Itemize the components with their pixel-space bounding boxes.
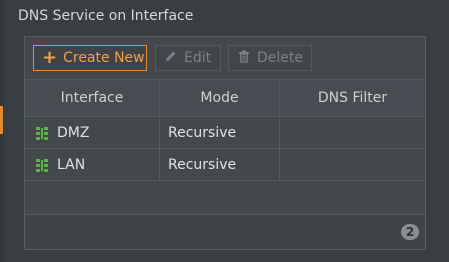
column-header-interface[interactable]: Interface	[25, 80, 160, 116]
row-count-badge: 2	[401, 224, 419, 240]
section-title: DNS Service on Interface	[18, 8, 194, 24]
trash-icon	[237, 49, 251, 67]
column-header-mode[interactable]: Mode	[160, 80, 280, 116]
table-row[interactable]: LAN Recursive	[25, 149, 425, 181]
mode-cell: Recursive	[160, 117, 280, 148]
edit-label: Edit	[184, 50, 212, 66]
mode-cell: Recursive	[160, 149, 280, 180]
table-footer: 2	[25, 214, 425, 249]
dns-filter-cell	[280, 149, 425, 180]
interface-cell: DMZ	[25, 117, 160, 148]
pencil-icon	[164, 49, 178, 67]
dns-filter-cell	[280, 117, 425, 148]
network-interface-icon	[35, 126, 49, 140]
edit-button[interactable]: Edit	[155, 45, 221, 71]
create-new-label: Create New	[63, 50, 145, 66]
delete-label: Delete	[257, 50, 303, 66]
interface-cell: LAN	[25, 149, 160, 180]
network-interface-icon	[35, 158, 49, 172]
delete-button[interactable]: Delete	[228, 45, 312, 71]
column-header-dns-filter[interactable]: DNS Filter	[280, 80, 425, 116]
dns-service-panel: + Create New Edit Delete Interface Mode …	[24, 36, 426, 250]
create-new-button[interactable]: + Create New	[33, 45, 147, 71]
table-row[interactable]: DMZ Recursive	[25, 117, 425, 149]
interface-name: LAN	[57, 156, 86, 173]
interface-table: Interface Mode DNS Filter DMZ Recursive …	[25, 79, 425, 181]
toolbar: + Create New Edit Delete	[25, 37, 425, 79]
active-nav-marker	[0, 106, 3, 134]
interface-name: DMZ	[57, 124, 90, 141]
plus-icon: +	[42, 47, 58, 68]
table-header: Interface Mode DNS Filter	[25, 79, 425, 117]
